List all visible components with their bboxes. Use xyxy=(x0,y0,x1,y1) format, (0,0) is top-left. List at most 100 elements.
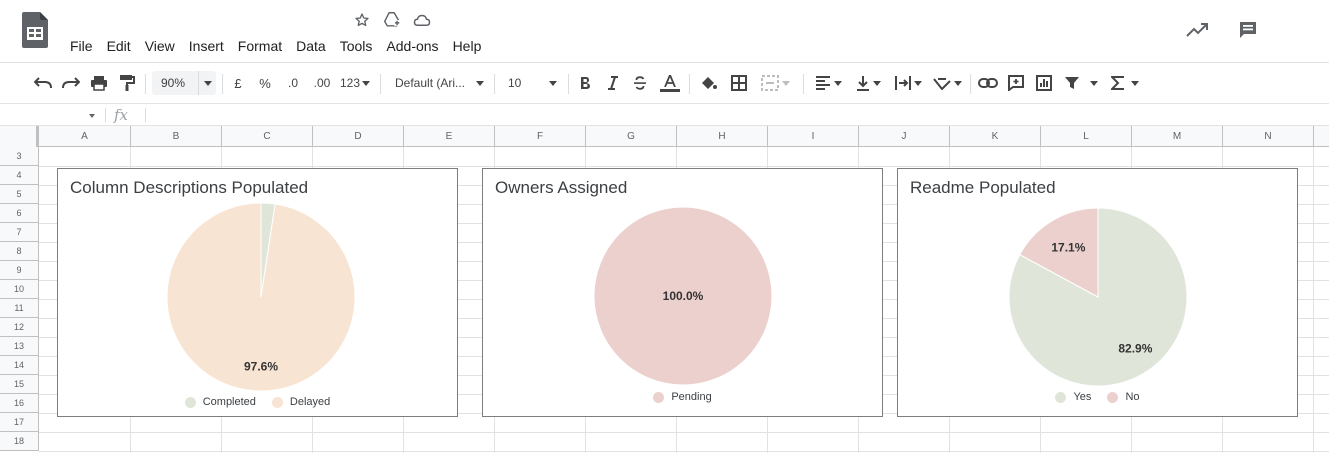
title-icons xyxy=(353,11,431,29)
column-header[interactable]: G xyxy=(586,126,677,147)
trending-up-icon[interactable] xyxy=(1185,18,1209,42)
move-to-drive-icon[interactable] xyxy=(383,11,401,29)
redo-icon[interactable] xyxy=(60,71,82,95)
comment-icon[interactable] xyxy=(1236,18,1260,42)
menu-view[interactable]: View xyxy=(138,36,182,56)
text-color-icon[interactable] xyxy=(659,71,681,95)
row-header[interactable]: 8 xyxy=(0,242,39,261)
menu-add-ons[interactable]: Add-ons xyxy=(379,36,445,56)
row-header[interactable]: 6 xyxy=(0,204,39,223)
paint-format-icon[interactable] xyxy=(116,71,138,95)
column-header[interactable]: C xyxy=(222,126,313,147)
chart-column-descriptions[interactable]: Column Descriptions Populated 97.6% Comp… xyxy=(57,168,458,417)
select-all-corner[interactable] xyxy=(0,126,39,147)
column-header[interactable]: D xyxy=(313,126,404,147)
row-header[interactable]: 4 xyxy=(0,166,39,185)
row-header[interactable]: 15 xyxy=(0,375,39,394)
fill-color-icon[interactable] xyxy=(697,71,719,95)
insert-chart-icon[interactable] xyxy=(1033,71,1055,95)
functions-icon[interactable] xyxy=(1108,71,1142,95)
vertical-align-icon[interactable] xyxy=(851,71,885,95)
toolbar-divider xyxy=(380,74,381,94)
menu-tools[interactable]: Tools xyxy=(333,36,380,56)
chart-owners-assigned[interactable]: Owners Assigned 100.0% Pending xyxy=(482,168,883,417)
toolbar-divider xyxy=(803,74,804,94)
column-header[interactable]: B xyxy=(131,126,222,147)
row-header[interactable]: 3 xyxy=(0,147,39,166)
row-header[interactable]: 13 xyxy=(0,337,39,356)
chevron-down-icon xyxy=(1090,80,1098,86)
horizontal-align-icon[interactable] xyxy=(811,71,845,95)
menu-insert[interactable]: Insert xyxy=(182,36,231,56)
font-size-select[interactable]: 10 xyxy=(502,71,560,95)
merge-cells-icon[interactable] xyxy=(757,71,793,95)
insert-comment-icon[interactable] xyxy=(1005,71,1027,95)
toolbar-divider xyxy=(494,74,495,94)
chart-readme-populated[interactable]: Readme Populated 82.9% 17.1% Yes No xyxy=(897,168,1298,417)
row-header[interactable]: 14 xyxy=(0,356,39,375)
name-box[interactable] xyxy=(0,104,100,126)
formula-bar: fx xyxy=(0,104,1329,126)
bold-icon[interactable] xyxy=(575,71,595,95)
menu-file[interactable]: File xyxy=(63,36,100,56)
text-wrapping-icon[interactable] xyxy=(891,71,925,95)
legend-swatch xyxy=(1055,391,1067,403)
chevron-down-icon xyxy=(476,80,484,86)
star-icon[interactable] xyxy=(353,11,371,29)
toolbar-divider xyxy=(145,74,146,94)
italic-icon[interactable] xyxy=(603,71,623,95)
column-header[interactable]: L xyxy=(1041,126,1132,147)
formula-input[interactable] xyxy=(150,104,1329,126)
row-header[interactable]: 12 xyxy=(0,318,39,337)
column-header[interactable]: J xyxy=(859,126,950,147)
menu-format[interactable]: Format xyxy=(231,36,289,56)
app-header: File Edit View Insert Format Data Tools … xyxy=(0,0,1329,62)
data-label: 100.0% xyxy=(663,289,704,303)
chevron-down-icon xyxy=(1131,80,1139,86)
strikethrough-icon[interactable] xyxy=(630,71,650,95)
more-formats-button[interactable]: 123 xyxy=(339,71,371,95)
column-header[interactable]: F xyxy=(495,126,586,147)
menu-data[interactable]: Data xyxy=(289,36,333,56)
column-header[interactable]: K xyxy=(950,126,1041,147)
print-icon[interactable] xyxy=(88,71,110,95)
percent-format-button[interactable]: % xyxy=(256,71,274,95)
menu-edit[interactable]: Edit xyxy=(100,36,138,56)
pie-chart: 100.0% xyxy=(593,206,773,386)
sheets-logo-icon[interactable] xyxy=(22,12,48,48)
increase-decimal-button[interactable]: .00 xyxy=(309,71,335,95)
filter-icon[interactable] xyxy=(1061,71,1101,95)
decrease-decimal-button[interactable]: .0 xyxy=(282,71,304,95)
menu-help[interactable]: Help xyxy=(446,36,489,56)
currency-format-button[interactable]: £ xyxy=(229,71,247,95)
pie-chart: 82.9% 17.1% xyxy=(1008,207,1188,387)
formula-divider xyxy=(105,108,106,122)
column-header[interactable]: E xyxy=(404,126,495,147)
chevron-down-icon xyxy=(362,80,371,86)
zoom-select[interactable]: 90% xyxy=(152,71,216,95)
legend-item: Pending xyxy=(653,391,712,403)
column-header[interactable]: N xyxy=(1223,126,1314,147)
formula-divider xyxy=(145,108,146,122)
column-header[interactable]: A xyxy=(39,126,131,147)
row-header[interactable]: 17 xyxy=(0,413,39,432)
undo-icon[interactable] xyxy=(32,71,54,95)
row-header[interactable]: 5 xyxy=(0,185,39,204)
column-header[interactable]: M xyxy=(1132,126,1223,147)
insert-link-icon[interactable] xyxy=(977,71,999,95)
row-header[interactable]: 18 xyxy=(0,432,39,451)
column-header[interactable]: H xyxy=(677,126,768,147)
row-header[interactable]: 9 xyxy=(0,261,39,280)
row-header[interactable]: 16 xyxy=(0,394,39,413)
row-header[interactable]: 7 xyxy=(0,223,39,242)
row-header[interactable]: 10 xyxy=(0,280,39,299)
row-header[interactable]: 11 xyxy=(0,299,39,318)
column-header[interactable]: I xyxy=(768,126,859,147)
font-family-select[interactable]: Default (Ari... xyxy=(388,71,488,95)
cloud-saved-icon[interactable] xyxy=(413,11,431,29)
text-rotation-icon[interactable] xyxy=(930,71,964,95)
font-size-value: 10 xyxy=(508,76,522,90)
borders-icon[interactable] xyxy=(728,71,750,95)
toolbar: 90% £ % .0 .00 123 Default (Ari... 10 xyxy=(0,62,1329,104)
pie-chart: 97.6% xyxy=(166,202,356,392)
